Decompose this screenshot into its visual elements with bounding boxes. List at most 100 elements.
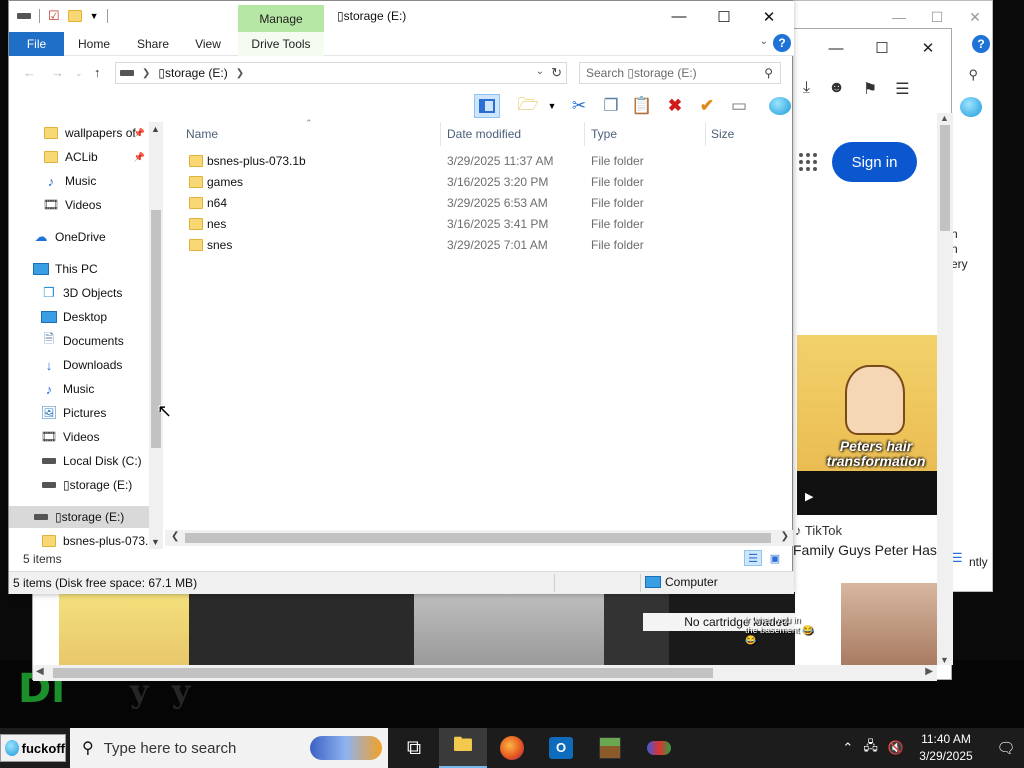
nav-item-pictures[interactable]: 🖼 Pictures	[9, 402, 149, 424]
nav-item-3d-objects[interactable]: ❒ 3D Objects	[9, 282, 149, 304]
video-thumbnail[interactable]: Peters hair transformation ▶	[797, 335, 937, 515]
scroll-thumb[interactable]	[940, 125, 950, 231]
tab-home[interactable]: Home	[69, 32, 119, 56]
tab-manage[interactable]: Manage	[238, 5, 324, 32]
minimize-icon[interactable]: —	[813, 29, 859, 67]
scroll-left-icon[interactable]: ❮	[171, 531, 179, 542]
scroll-right-icon[interactable]: ▶	[925, 666, 933, 677]
checkmark-icon[interactable]: ✔	[694, 94, 720, 118]
up-arrow-icon[interactable]: ↑	[94, 65, 101, 80]
nav-item-videos[interactable]: 🎞 Videos	[9, 194, 149, 216]
maximize-icon[interactable]: ☐	[701, 1, 747, 32]
browser-horizontal-scrollbar[interactable]: ◀ ▶	[33, 665, 937, 681]
sign-in-button[interactable]: Sign in	[832, 142, 917, 182]
taskbar-search[interactable]: ⚲ Type here to search	[70, 728, 388, 768]
column-name[interactable]: Name	[186, 127, 218, 141]
file-row[interactable]: nes 3/16/2025 3:41 PM File folder	[165, 214, 785, 235]
nav-item-downloads[interactable]: ↓ Downloads	[9, 354, 149, 376]
app-orb-icon[interactable]	[767, 94, 793, 118]
address-bar[interactable]: ❯ ▯storage (E:) ❯ ⌄ ↻	[115, 62, 567, 84]
nav-item-desktop[interactable]: Desktop	[9, 306, 149, 328]
navigation-scrollbar[interactable]: ▲ ▼	[149, 122, 163, 549]
maximize-icon[interactable]: ☐	[859, 29, 905, 67]
task-view-icon[interactable]: ⧉	[390, 728, 438, 768]
refresh-icon[interactable]: ↻	[551, 65, 562, 81]
nav-item-documents[interactable]: 🗎 Documents	[9, 330, 149, 352]
nav-item-aclib[interactable]: ACLib 📌	[9, 146, 149, 168]
strip-thumbnail[interactable]	[189, 592, 414, 665]
search-highlight-icon[interactable]	[310, 736, 382, 760]
tab-share[interactable]: Share	[129, 32, 177, 56]
show-hidden-icons-icon[interactable]: ⌃	[842, 740, 853, 756]
scroll-up-icon[interactable]: ▲	[151, 124, 160, 134]
large-icons-view-icon[interactable]: ▣	[766, 550, 784, 566]
new-folder-icon[interactable]: 🗁	[515, 94, 541, 118]
tab-file[interactable]: File	[9, 32, 64, 56]
tab-view[interactable]: View	[185, 32, 231, 56]
notifications-icon[interactable]: 🗨	[988, 728, 1024, 768]
strip-thumbnail[interactable]	[59, 592, 189, 665]
chevron-down-icon[interactable]: ⌄	[536, 66, 544, 77]
outlook-icon[interactable]: O	[537, 728, 585, 768]
app-orb-icon[interactable]	[960, 97, 982, 117]
nav-item-music[interactable]: ♪ Music	[9, 378, 149, 400]
column-size[interactable]: Size	[711, 127, 734, 141]
delete-icon[interactable]: ✖	[662, 94, 688, 118]
strip-thumbnail[interactable]	[414, 592, 604, 665]
file-row[interactable]: bsnes-plus-073.1b 3/29/2025 11:37 AM Fil…	[165, 151, 785, 172]
network-icon[interactable]: 🖧	[863, 737, 878, 759]
close-icon[interactable]: ✕	[956, 1, 994, 33]
column-divider[interactable]	[584, 122, 585, 146]
extensions-icon[interactable]: ⚑	[863, 79, 877, 99]
firefox-icon[interactable]	[488, 728, 536, 768]
column-type[interactable]: Type	[591, 127, 617, 141]
chevron-down-icon[interactable]: ▼	[90, 11, 99, 21]
browser-vertical-scrollbar[interactable]: ▲ ▼	[937, 113, 953, 665]
properties-icon[interactable]: ☑	[48, 8, 60, 24]
help-icon[interactable]: ?	[773, 34, 791, 52]
download-icon[interactable]: ⤓	[803, 79, 810, 99]
rename-icon[interactable]: ▭	[726, 94, 752, 118]
back-arrow-icon[interactable]: ←	[23, 65, 36, 80]
file-row[interactable]: n64 3/29/2025 6:53 AM File folder	[165, 193, 785, 214]
title-bar[interactable]: ☑ ▼ Manage ▯storage (E:) — ☐ ✕	[9, 1, 794, 32]
video-title[interactable]: Family Guys Peter Has	[793, 542, 943, 558]
menu-icon[interactable]: ☰	[895, 79, 909, 99]
volume-muted-icon[interactable]: 🔇	[888, 740, 904, 756]
nav-item-videos[interactable]: 🎞 Videos	[9, 426, 149, 448]
cut-icon[interactable]: ✂	[566, 94, 592, 118]
search-input[interactable]: Search ▯storage (E:) ⚲	[579, 62, 781, 84]
close-icon[interactable]: ✕	[746, 1, 792, 32]
chevron-down-icon[interactable]: ⌄	[760, 36, 768, 47]
file-row[interactable]: games 3/16/2025 3:20 PM File folder	[165, 172, 785, 193]
nav-item-storage[interactable]: ▯storage (E:)	[9, 474, 149, 496]
scroll-down-icon[interactable]: ▼	[151, 537, 160, 547]
nav-item-music[interactable]: ♪ Music	[9, 170, 149, 192]
chevron-down-icon[interactable]: ▼	[539, 94, 565, 118]
video-thumbnail[interactable]	[841, 583, 937, 665]
nav-item-local-disk[interactable]: Local Disk (C:)	[9, 450, 149, 472]
close-icon[interactable]: ✕	[905, 29, 951, 67]
breadcrumb-separator[interactable]: ❯	[236, 68, 244, 79]
file-row[interactable]: snes 3/29/2025 7:01 AM File folder	[165, 235, 785, 256]
column-divider[interactable]	[705, 122, 706, 146]
new-folder-icon[interactable]	[67, 10, 82, 22]
apps-grid-icon[interactable]	[799, 153, 817, 171]
tab-drive-tools[interactable]: Drive Tools	[238, 32, 324, 56]
search-icon[interactable]: ⚲	[968, 67, 978, 83]
file-explorer-window[interactable]: ☑ ▼ Manage ▯storage (E:) — ☐ ✕ File Home…	[8, 0, 794, 594]
play-icon[interactable]: ▶	[805, 490, 813, 503]
file-explorer-taskbar-icon[interactable]: 🖿	[439, 728, 487, 768]
copy-icon[interactable]: ❐	[598, 94, 624, 118]
minecraft-icon[interactable]	[586, 728, 634, 768]
start-button[interactable]: fuckoff	[0, 734, 66, 762]
forward-arrow-icon[interactable]: →	[51, 65, 64, 80]
details-view-icon[interactable]: ☰	[744, 550, 762, 566]
paste-icon[interactable]: 📋	[629, 94, 655, 118]
nav-item-wallpapers[interactable]: wallpapers of 📌	[9, 122, 149, 144]
scroll-thumb[interactable]	[185, 533, 771, 543]
emulator-icon[interactable]	[635, 728, 683, 768]
preview-pane-icon[interactable]	[474, 94, 500, 118]
column-date-modified[interactable]: Date modified	[447, 127, 521, 141]
scroll-down-icon[interactable]: ▼	[940, 655, 949, 665]
